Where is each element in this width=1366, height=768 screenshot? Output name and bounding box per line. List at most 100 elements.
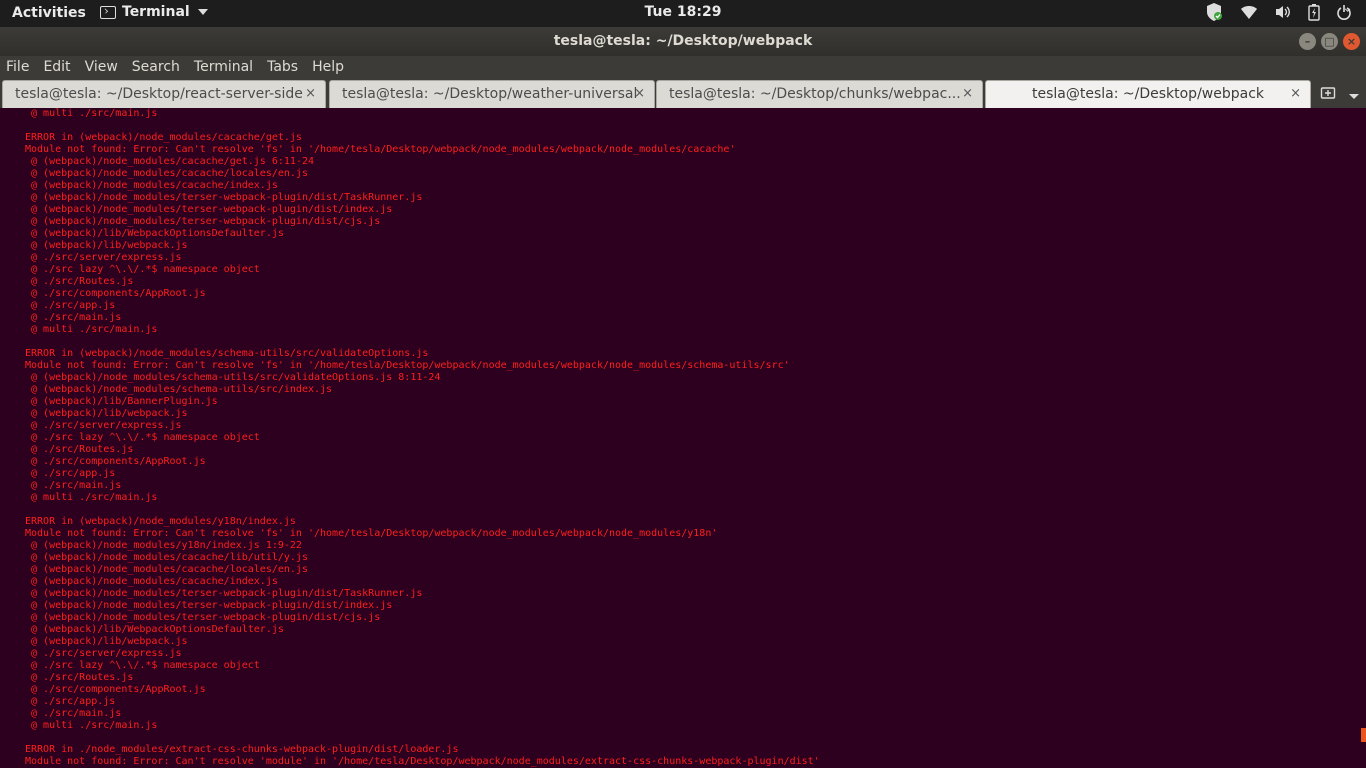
tab-bar: tesla@tesla: ~/Desktop/react-server-side… (0, 80, 1366, 108)
terminal-line: @ ./src lazy ^\.\/.*$ namespace object (25, 660, 260, 671)
maximize-icon: □ (1324, 35, 1335, 48)
terminal-line: @ multi ./src/main.js (25, 492, 158, 503)
tab-close-icon[interactable]: × (305, 86, 316, 101)
terminal-line: @ ./src lazy ^\.\/.*$ namespace object (25, 432, 260, 443)
wifi-icon[interactable] (1240, 4, 1258, 20)
tab-label: tesla@tesla: ~/Desktop/weather-universal (342, 86, 638, 102)
shield-icon[interactable] (1204, 2, 1224, 22)
terminal-line: @ (webpack)/lib/WebpackOptionsDefaulter.… (25, 624, 284, 635)
menu-terminal[interactable]: Terminal (194, 56, 253, 80)
menu-edit[interactable]: Edit (43, 56, 70, 80)
tab-chunks-webpack[interactable]: tesla@tesla: ~/Desktop/chunks/webpac... … (656, 80, 983, 108)
terminal-line: @ ./src/main.js (25, 708, 122, 719)
window-title: tesla@tesla: ~/Desktop/webpack (553, 33, 813, 49)
window-controls: – □ × (1299, 33, 1360, 50)
menu-search[interactable]: Search (132, 56, 180, 80)
terminal-line: @ (webpack)/node_modules/cacache/locales… (25, 564, 308, 575)
terminal-line: @ (webpack)/lib/webpack.js (25, 636, 188, 647)
terminal-line: @ ./src/app.js (25, 468, 116, 479)
tab-close-icon[interactable]: × (962, 86, 973, 101)
close-icon: × (1346, 35, 1357, 48)
terminal-line: @ (webpack)/node_modules/terser-webpack-… (25, 216, 381, 227)
menu-view[interactable]: View (85, 56, 118, 80)
tab-menu-icon[interactable] (1348, 86, 1360, 105)
tab-label: tesla@tesla: ~/Desktop/chunks/webpac... (669, 86, 961, 102)
system-tray[interactable] (1204, 2, 1356, 22)
window-title-bar[interactable]: tesla@tesla: ~/Desktop/webpack – □ × (0, 27, 1366, 56)
terminal-line: ERROR in (webpack)/node_modules/schema-u… (25, 348, 429, 359)
terminal-line: Module not found: Error: Can't resolve '… (25, 360, 790, 371)
terminal-line: @ (webpack)/node_modules/terser-webpack-… (25, 204, 393, 215)
terminal-line: @ (webpack)/node_modules/cacache/locales… (25, 168, 308, 179)
minimize-icon: – (1304, 35, 1311, 48)
app-menu[interactable]: Terminal (100, 4, 208, 20)
terminal-line: @ (webpack)/node_modules/cacache/index.j… (25, 576, 278, 587)
terminal-line: @ ./src/Routes.js (25, 444, 134, 455)
terminal-line: ERROR in ./node_modules/extract-css-chun… (25, 744, 459, 755)
terminal-line: @ ./src/server/express.js (25, 420, 182, 431)
tab-close-icon[interactable]: × (634, 86, 645, 101)
activities-button[interactable]: Activities (12, 5, 86, 21)
menu-file[interactable]: File (6, 56, 29, 80)
close-button[interactable]: × (1343, 33, 1360, 50)
tab-weather-universal[interactable]: tesla@tesla: ~/Desktop/weather-universal… (329, 80, 655, 108)
menu-help[interactable]: Help (312, 56, 344, 80)
terminal-line: @ ./src/app.js (25, 300, 116, 311)
scrollbar-thumb[interactable] (1361, 728, 1366, 742)
battery-icon[interactable] (1308, 3, 1320, 21)
terminal-line: @ ./src lazy ^\.\/.*$ namespace object (25, 264, 260, 275)
terminal-line: @ (webpack)/lib/WebpackOptionsDefaulter.… (25, 228, 284, 239)
terminal-line: @ multi ./src/main.js (25, 324, 158, 335)
terminal-line: @ (webpack)/node_modules/terser-webpack-… (25, 612, 381, 623)
terminal-line: Module not found: Error: Can't resolve '… (25, 756, 820, 767)
terminal-line: @ ./src/components/AppRoot.js (25, 684, 206, 695)
terminal-line: @ (webpack)/node_modules/terser-webpack-… (25, 600, 393, 611)
terminal-line: @ ./src/Routes.js (25, 276, 134, 287)
terminal-line: @ ./src/server/express.js (25, 252, 182, 263)
app-menu-label: Terminal (122, 4, 190, 20)
volume-icon[interactable] (1274, 4, 1292, 20)
terminal-line: @ (webpack)/node_modules/schema-utils/sr… (25, 384, 333, 395)
terminal-line: @ multi ./src/main.js (25, 108, 158, 119)
terminal-line: Module not found: Error: Can't resolve '… (25, 144, 736, 155)
terminal-output[interactable]: @ multi ./src/main.js ERROR in (webpack)/… (0, 108, 1366, 768)
terminal-line: @ (webpack)/node_modules/terser-webpack-… (25, 192, 423, 203)
terminal-line: @ (webpack)/lib/webpack.js (25, 408, 188, 419)
terminal-line: ERROR in (webpack)/node_modules/cacache/… (25, 132, 302, 143)
terminal-icon (100, 5, 116, 19)
tab-react-server-side[interactable]: tesla@tesla: ~/Desktop/react-server-side… (2, 80, 326, 108)
menu-tabs[interactable]: Tabs (267, 56, 298, 80)
terminal-line: @ multi ./src/main.js (25, 720, 158, 731)
menu-bar: File Edit View Search Terminal Tabs Help (0, 56, 1366, 80)
terminal-line: @ ./src/Routes.js (25, 672, 134, 683)
terminal-line: @ ./src/server/express.js (25, 648, 182, 659)
terminal-line: @ ./src/components/AppRoot.js (25, 288, 206, 299)
terminal-line: @ ./src/app.js (25, 696, 116, 707)
terminal-line: @ (webpack)/lib/BannerPlugin.js (25, 396, 218, 407)
terminal-line: ERROR in (webpack)/node_modules/y18n/ind… (25, 516, 296, 527)
maximize-button[interactable]: □ (1321, 33, 1338, 50)
tab-label: tesla@tesla: ~/Desktop/webpack (1031, 86, 1265, 102)
terminal-line: @ (webpack)/node_modules/cacache/index.j… (25, 180, 278, 191)
chevron-down-icon (197, 9, 208, 15)
tab-close-icon[interactable]: × (1290, 86, 1301, 101)
terminal-line: @ ./src/main.js (25, 312, 122, 323)
terminal-line: Module not found: Error: Can't resolve '… (25, 528, 718, 539)
terminal-line: @ (webpack)/node_modules/cacache/get.js … (25, 156, 314, 167)
terminal-line: @ (webpack)/node_modules/cacache/lib/uti… (25, 552, 308, 563)
terminal-line: @ (webpack)/node_modules/schema-utils/sr… (25, 372, 441, 383)
top-bar: Activities Terminal Tue 18:29 (0, 0, 1366, 27)
new-tab-icon[interactable] (1320, 85, 1336, 105)
tab-label: tesla@tesla: ~/Desktop/react-server-side (15, 86, 303, 102)
terminal-line: @ (webpack)/lib/webpack.js (25, 240, 188, 251)
minimize-button[interactable]: – (1299, 33, 1316, 50)
terminal-line: @ ./src/main.js (25, 480, 122, 491)
terminal-line: @ (webpack)/node_modules/terser-webpack-… (25, 588, 423, 599)
tab-webpack[interactable]: tesla@tesla: ~/Desktop/webpack × (985, 80, 1311, 108)
terminal-line: @ (webpack)/node_modules/y18n/index.js 1… (25, 540, 302, 551)
power-icon[interactable] (1336, 4, 1356, 20)
